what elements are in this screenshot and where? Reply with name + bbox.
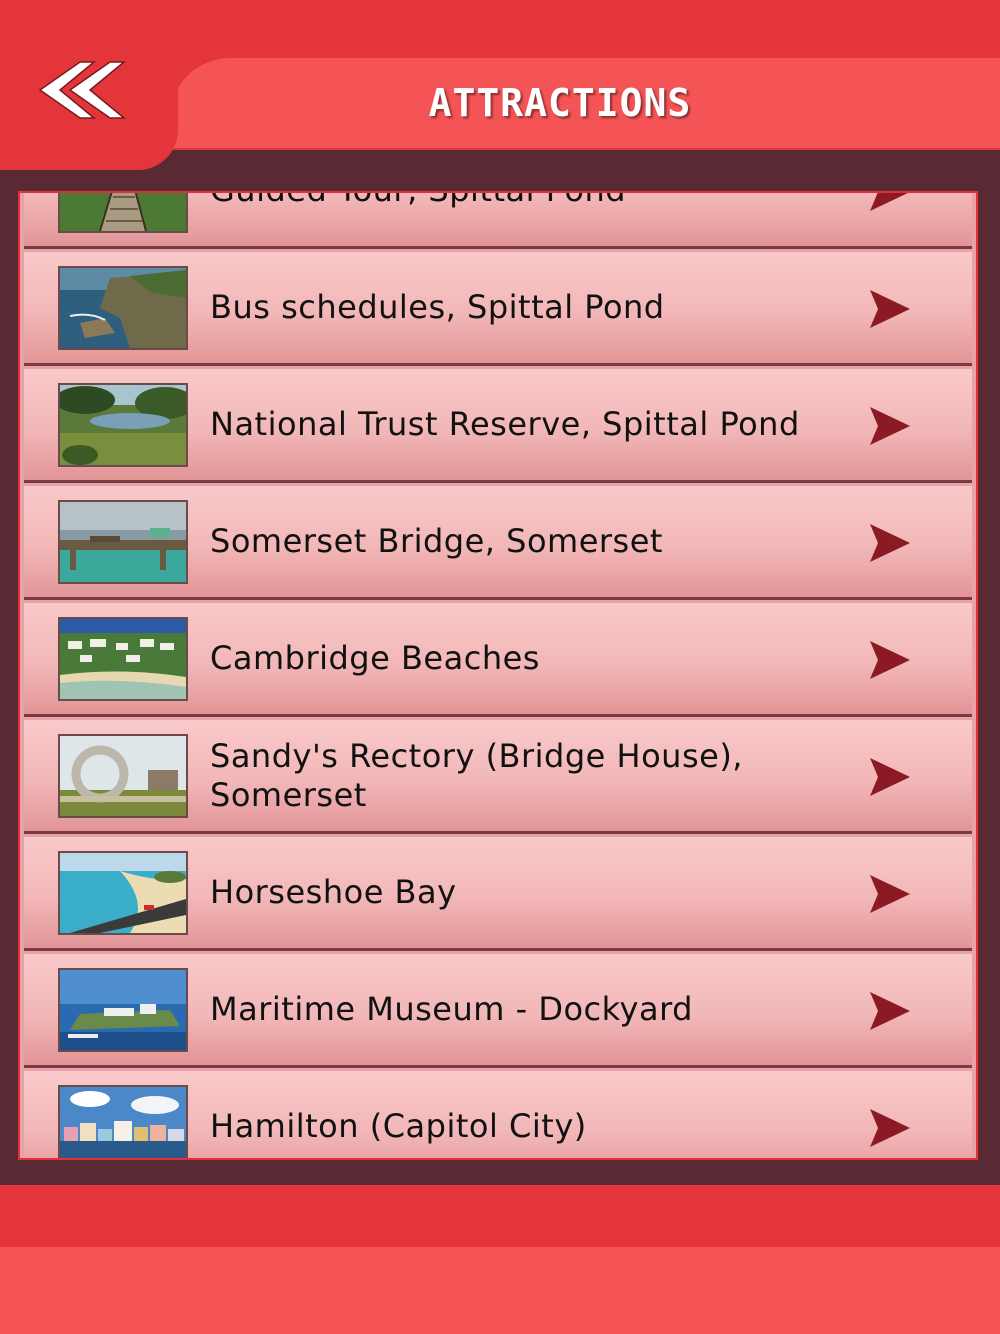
play-arrow-icon [868,522,912,564]
list-item[interactable]: Cambridge Beaches [24,603,972,717]
footer-bar [0,1185,1000,1247]
list-item[interactable]: Hamilton (Capitol City) [24,1071,972,1158]
list-item-label: Horseshoe Bay [210,873,457,911]
thumbnail-rocky-coast [58,266,188,350]
play-arrow-icon [868,288,912,330]
play-arrow-icon [868,873,912,915]
list-item[interactable]: Bus schedules, Spittal Pond [24,252,972,366]
play-arrow-icon [868,405,912,447]
list-item[interactable]: Horseshoe Bay [24,837,972,951]
thumbnail-town [58,1085,188,1158]
attractions-list[interactable]: Guided Tour, Spittal Pond Bus schedules,… [18,191,978,1160]
play-arrow-icon [868,193,912,213]
list-item-label: Cambridge Beaches [210,639,540,677]
list-item-label: National Trust Reserve, Spittal Pond [210,405,800,443]
list-item[interactable]: Maritime Museum - Dockyard [24,954,972,1068]
thumbnail-boardwalk [58,193,188,233]
double-chevron-left-icon [38,61,127,119]
thumbnail-moongate [58,734,188,818]
thumbnail-fort [58,968,188,1052]
play-arrow-icon [868,990,912,1032]
play-arrow-icon [868,639,912,681]
play-arrow-icon [868,1107,912,1149]
thumbnail-resort [58,617,188,701]
list-item-label: Hamilton (Capitol City) [210,1107,587,1145]
list-item-label: Sandy's Rectory (Bridge House), Somerset [210,736,743,814]
list-item[interactable]: Sandy's Rectory (Bridge House), Somerset [24,720,972,834]
thumbnail-pond [58,383,188,467]
play-arrow-icon [868,756,912,798]
list-item[interactable]: Somerset Bridge, Somerset [24,486,972,600]
page-title: ATTRACTIONS [428,81,692,125]
list-item-label: Somerset Bridge, Somerset [210,522,663,560]
list-item-label: Maritime Museum - Dockyard [210,990,693,1028]
list-item[interactable]: National Trust Reserve, Spittal Pond [24,369,972,483]
list-item-label: Bus schedules, Spittal Pond [210,288,665,326]
thumbnail-bridge [58,500,188,584]
thumbnail-beach [58,851,188,935]
back-button[interactable] [36,58,127,122]
list-item-label: Guided Tour, Spittal Pond [210,193,850,246]
list-item[interactable]: Guided Tour, Spittal Pond [24,193,972,249]
footer-base [0,1247,1000,1334]
